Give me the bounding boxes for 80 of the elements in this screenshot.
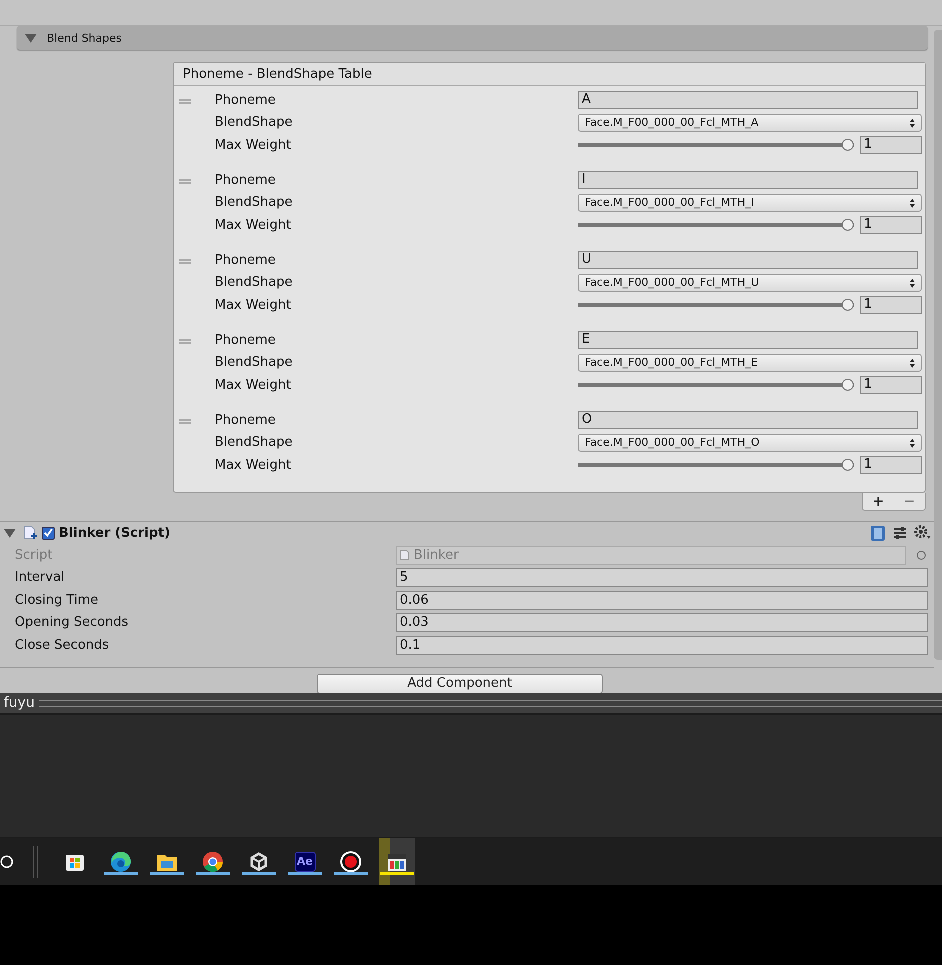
object-picker-icon[interactable] <box>917 550 926 560</box>
dropdown[interactable]: Face.M_F00_000_00_Fcl_MTH_E <box>578 354 922 372</box>
table-title: Phoneme - BlendShape Table <box>183 66 372 82</box>
number-field[interactable]: 1 <box>860 296 922 314</box>
remove-button[interactable]: − <box>894 493 926 511</box>
input-field[interactable]: 0.1 <box>396 636 928 655</box>
field-label: Phoneme <box>215 92 277 108</box>
field-label: BlendShape <box>215 275 294 290</box>
field-label: Phoneme <box>215 252 277 268</box>
script-file-icon <box>400 550 410 561</box>
field-label: Max Weight <box>215 458 292 473</box>
field-label: Phoneme <box>215 412 277 428</box>
number-field[interactable]: 1 <box>860 216 922 234</box>
settings-icon[interactable] <box>914 525 932 541</box>
script-icon <box>22 525 38 541</box>
browser-swirl-icon <box>110 850 132 872</box>
field-label: Close Seconds <box>15 638 110 653</box>
field-label: BlendShape <box>215 195 294 210</box>
field-label: Max Weight <box>215 378 292 393</box>
add-button[interactable]: + <box>862 493 894 511</box>
sliders-icon[interactable] <box>892 525 908 541</box>
updown-icon <box>910 198 915 208</box>
updown-icon <box>910 278 915 288</box>
scrollbar[interactable] <box>934 30 942 660</box>
expand-arrow-icon[interactable] <box>25 34 37 42</box>
slider-thumb[interactable] <box>842 299 854 312</box>
app-logo-icon: Ae <box>294 852 316 872</box>
section-title: Blend Shapes <box>47 32 122 44</box>
field-label: Max Weight <box>215 298 292 313</box>
slider-thumb[interactable] <box>842 219 854 232</box>
input-field[interactable]: 5 <box>396 568 928 588</box>
enabled-checkbox[interactable] <box>42 526 55 540</box>
dropdown[interactable]: Face.M_F00_000_00_Fcl_MTH_U <box>578 274 922 292</box>
input-field[interactable]: 0.03 <box>396 613 928 632</box>
field-label: Max Weight <box>215 218 292 233</box>
slider-thumb[interactable] <box>842 139 854 152</box>
updown-icon <box>910 358 915 368</box>
input-field[interactable]: 0.06 <box>396 590 928 610</box>
dropdown[interactable]: Face.M_F00_000_00_Fcl_MTH_A <box>578 114 922 132</box>
drag-handle-icon[interactable] <box>179 259 191 264</box>
field-label: Closing Time <box>15 592 100 608</box>
number-field[interactable]: 1 <box>860 376 922 394</box>
updown-icon <box>910 438 915 448</box>
panel-title: fuyu <box>4 695 35 711</box>
record-icon <box>340 850 362 872</box>
text-field[interactable]: E <box>578 331 918 350</box>
drag-handle-icon[interactable] <box>179 419 191 424</box>
slider-thumb[interactable] <box>842 379 854 392</box>
field-label: BlendShape <box>215 115 294 130</box>
text-field[interactable]: A <box>578 91 918 110</box>
text-field[interactable]: U <box>578 251 918 270</box>
dropdown[interactable]: Face.M_F00_000_00_Fcl_MTH_I <box>578 194 922 212</box>
updown-icon <box>910 118 915 128</box>
number-field[interactable]: 1 <box>860 456 922 474</box>
number-field[interactable]: 1 <box>860 136 922 154</box>
cube-logo-icon <box>249 852 269 872</box>
expand-arrow-icon[interactable] <box>4 528 16 538</box>
slider-thumb[interactable] <box>842 459 854 472</box>
field-label: Opening Seconds <box>15 615 130 630</box>
taskbar-app-button[interactable]: Ae <box>287 838 323 885</box>
field-label: Phoneme <box>215 332 277 348</box>
field-label: Script <box>15 548 54 563</box>
drag-handle-icon[interactable] <box>179 339 191 344</box>
component-title: Blinker (Script) <box>59 526 172 540</box>
browser-circle-icon <box>202 850 224 872</box>
drag-handle-icon[interactable] <box>179 99 191 104</box>
dropdown[interactable]: Face.M_F00_000_00_Fcl_MTH_O <box>578 434 922 452</box>
search-icon[interactable] <box>0 854 14 868</box>
drag-handle-icon[interactable] <box>179 179 191 184</box>
field-label: Phoneme <box>215 172 277 188</box>
field-label: Interval <box>15 570 66 586</box>
help-book-icon[interactable] <box>870 524 886 542</box>
field-label: BlendShape <box>215 355 294 370</box>
field-label: Max Weight <box>215 138 292 153</box>
text-field[interactable]: I <box>578 171 918 190</box>
add-component-button[interactable]: Add Component <box>317 674 603 693</box>
taskbar-app-button[interactable] <box>379 838 415 885</box>
blend-shapes-header[interactable]: Blend Shapes <box>17 26 928 50</box>
field-label: BlendShape <box>215 435 294 450</box>
text-field[interactable]: O <box>578 411 918 430</box>
